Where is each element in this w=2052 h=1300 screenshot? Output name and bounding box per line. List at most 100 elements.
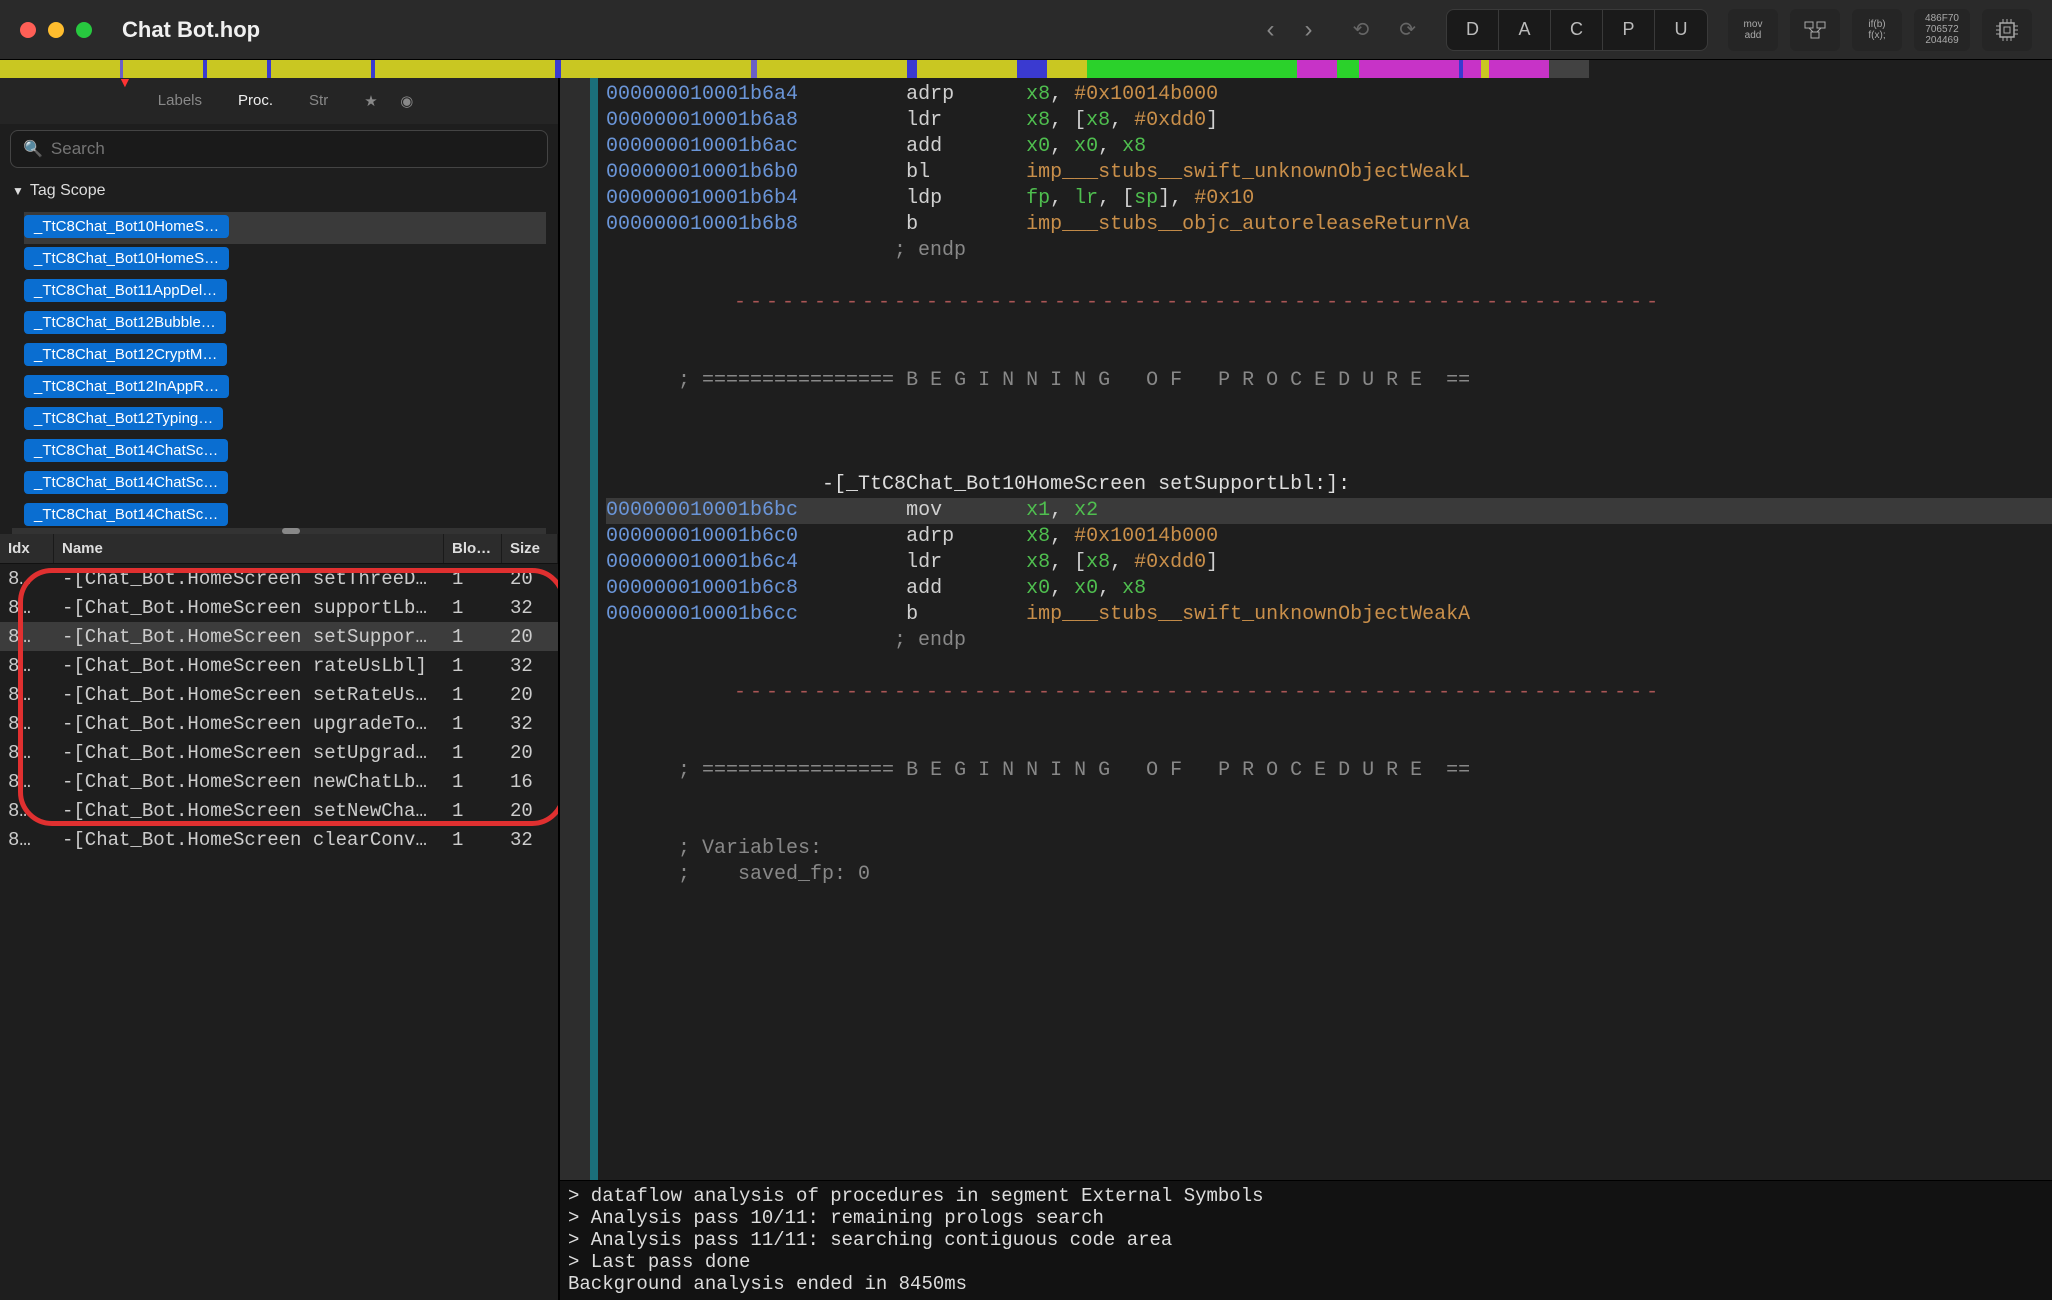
asm-line[interactable]: ; endp (606, 238, 2052, 264)
tab-star[interactable]: ★ (346, 86, 382, 116)
asm-line[interactable]: 000000010001b6b8 b imp___stubs__objc_aut… (606, 212, 2052, 238)
mode-a-button[interactable]: A (1499, 10, 1551, 50)
ifb-fx-button[interactable]: if(b)f(x); (1852, 9, 1902, 51)
tag-pill[interactable]: _TtC8Chat_Bot10HomeS… (24, 247, 229, 270)
asm-line[interactable] (606, 420, 2052, 446)
asm-line[interactable]: 000000010001b6c4 ldr x8, [x8, #0xdd0] (606, 550, 2052, 576)
asm-line[interactable]: 000000010001b6c0 adrp x8, #0x10014b000 (606, 524, 2052, 550)
asm-line[interactable]: ; ================ B E G I N N I N G O F… (606, 758, 2052, 784)
mode-u-button[interactable]: U (1655, 10, 1707, 50)
cpu-button[interactable] (1982, 9, 2032, 51)
asm-line[interactable]: 000000010001b6b0 bl imp___stubs__swift_u… (606, 160, 2052, 186)
titlebar: Chat Bot.hop ‹ › ⟲ ⟳ D A C P U movadd if… (0, 0, 2052, 60)
asm-line[interactable] (606, 784, 2052, 810)
table-row[interactable]: 8…-[Chat_Bot.HomeScreen clearConversatio… (0, 825, 558, 854)
asm-line[interactable]: ; saved_fp: 0 (606, 862, 2052, 888)
table-row[interactable]: 8…-[Chat_Bot.HomeScreen upgradeToProLbl]… (0, 709, 558, 738)
table-row[interactable]: 8…-[Chat_Bot.HomeScreen rateUsLbl]132 (0, 651, 558, 680)
tag-scope-header[interactable]: ▼ Tag Scope (0, 174, 558, 208)
panels-icon (1804, 21, 1826, 39)
asm-line[interactable] (606, 342, 2052, 368)
log-panel: > dataflow analysis of procedures in seg… (560, 1180, 2052, 1300)
mode-p-button[interactable]: P (1603, 10, 1655, 50)
tab-str[interactable]: Str (291, 86, 346, 116)
mode-c-button[interactable]: C (1551, 10, 1603, 50)
asm-line[interactable]: 000000010001b6ac add x0, x0, x8 (606, 134, 2052, 160)
table-row[interactable]: 8…-[Chat_Bot.HomeScreen setNewChatLbl:]1… (0, 796, 558, 825)
tag-pill[interactable]: _TtC8Chat_Bot12CryptM… (24, 343, 227, 366)
tab-dot[interactable]: ◉ (382, 86, 418, 116)
col-blo[interactable]: Blo… (444, 534, 502, 563)
disassembly-view[interactable]: 000000010001b6a4 adrp x8, #0x10014b00000… (560, 78, 2052, 1180)
col-size[interactable]: Size (502, 534, 558, 563)
view-mode-group: D A C P U (1446, 9, 1708, 51)
asm-line[interactable] (606, 810, 2052, 836)
asm-line[interactable]: 000000010001b6cc b imp___stubs__swift_un… (606, 602, 2052, 628)
layout-button[interactable] (1790, 9, 1840, 51)
tag-pill[interactable]: _TtC8Chat_Bot14ChatSc… (24, 471, 228, 494)
log-line: Background analysis ended in 8450ms (568, 1273, 2044, 1295)
asm-line[interactable] (606, 654, 2052, 680)
tab-proc[interactable]: Proc. (220, 86, 291, 116)
navigation-colorbar[interactable] (0, 60, 2052, 78)
tag-pill[interactable]: _TtC8Chat_Bot10HomeS… (24, 215, 229, 238)
log-line: > Last pass done (568, 1251, 2044, 1273)
position-marker-icon: ▼ (118, 74, 132, 90)
zoom-window-button[interactable] (76, 22, 92, 38)
asm-gutter (560, 78, 590, 1180)
table-header: Idx Name Blo… Size (0, 534, 558, 564)
asm-line[interactable] (606, 732, 2052, 758)
col-idx[interactable]: Idx (0, 534, 54, 563)
asm-line[interactable]: -[_TtC8Chat_Bot10HomeScreen setSupportLb… (606, 472, 2052, 498)
close-window-button[interactable] (20, 22, 36, 38)
left-tabs: Labels Proc. Str ★ ◉ (0, 78, 558, 124)
tag-scope-label: Tag Scope (30, 182, 106, 200)
asm-line[interactable] (606, 446, 2052, 472)
back-button[interactable]: ‹ (1266, 16, 1274, 44)
search-input[interactable] (51, 139, 535, 159)
search-field[interactable]: 🔍 (10, 130, 548, 168)
asm-line[interactable]: 000000010001b6a4 adrp x8, #0x10014b000 (606, 82, 2052, 108)
tag-pill[interactable]: _TtC8Chat_Bot11AppDel… (24, 279, 227, 302)
table-row[interactable]: 8…-[Chat_Bot.HomeScreen setSupportLbl:]1… (0, 622, 558, 651)
asm-line[interactable]: 000000010001b6b4 ldp fp, lr, [sp], #0x10 (606, 186, 2052, 212)
mode-d-button[interactable]: D (1447, 10, 1499, 50)
asm-line[interactable]: ----------------------------------------… (606, 290, 2052, 316)
asm-line[interactable]: ; endp (606, 628, 2052, 654)
asm-line[interactable]: 000000010001b6bc mov x1, x2 (606, 498, 2052, 524)
asm-line[interactable]: 000000010001b6a8 ldr x8, [x8, #0xdd0] (606, 108, 2052, 134)
log-line: > Analysis pass 11/11: searching contigu… (568, 1229, 2044, 1251)
tag-pill[interactable]: _TtC8Chat_Bot14ChatSc… (24, 439, 228, 462)
asm-line[interactable] (606, 394, 2052, 420)
minimize-window-button[interactable] (48, 22, 64, 38)
table-row[interactable]: 8…-[Chat_Bot.HomeScreen supportLbl]132 (0, 593, 558, 622)
window-title: Chat Bot.hop (122, 17, 260, 43)
chevron-down-icon: ▼ (12, 184, 24, 198)
asm-line[interactable] (606, 316, 2052, 342)
tag-pill[interactable]: _TtC8Chat_Bot14ChatSc… (24, 503, 228, 526)
nav-arrows: ‹ › (1266, 16, 1312, 44)
redo-button[interactable]: ⟳ (1399, 17, 1416, 42)
asm-gutter-marker (590, 78, 598, 1180)
hex-button[interactable]: 486F70706572204469 (1914, 9, 1970, 51)
tab-labels[interactable]: Labels (140, 86, 220, 116)
procedure-table: Idx Name Blo… Size 8…-[Chat_Bot.HomeScre… (0, 534, 558, 1300)
asm-line[interactable]: ----------------------------------------… (606, 680, 2052, 706)
forward-button[interactable]: › (1304, 16, 1312, 44)
asm-line[interactable]: 000000010001b6c8 add x0, x0, x8 (606, 576, 2052, 602)
asm-line[interactable] (606, 264, 2052, 290)
table-row[interactable]: 8…-[Chat_Bot.HomeScreen newChatLbl]116 (0, 767, 558, 796)
table-row[interactable]: 8…-[Chat_Bot.HomeScreen setRateUsLbl:]12… (0, 680, 558, 709)
asm-line[interactable]: ; Variables: (606, 836, 2052, 862)
traffic-lights (20, 22, 92, 38)
asm-line[interactable] (606, 706, 2052, 732)
tag-pill[interactable]: _TtC8Chat_Bot12InAppR… (24, 375, 229, 398)
asm-line[interactable]: ; ================ B E G I N N I N G O F… (606, 368, 2052, 394)
table-row[interactable]: 8…-[Chat_Bot.HomeScreen setUpgradeToProL… (0, 738, 558, 767)
table-row[interactable]: 8…-[Chat_Bot.HomeScreen setThreeDayFreeT… (0, 564, 558, 593)
mov-add-button[interactable]: movadd (1728, 9, 1778, 51)
tag-pill[interactable]: _TtC8Chat_Bot12Bubble… (24, 311, 226, 334)
col-name[interactable]: Name (54, 534, 444, 563)
tag-pill[interactable]: _TtC8Chat_Bot12Typing… (24, 407, 223, 430)
undo-button[interactable]: ⟲ (1352, 17, 1369, 42)
